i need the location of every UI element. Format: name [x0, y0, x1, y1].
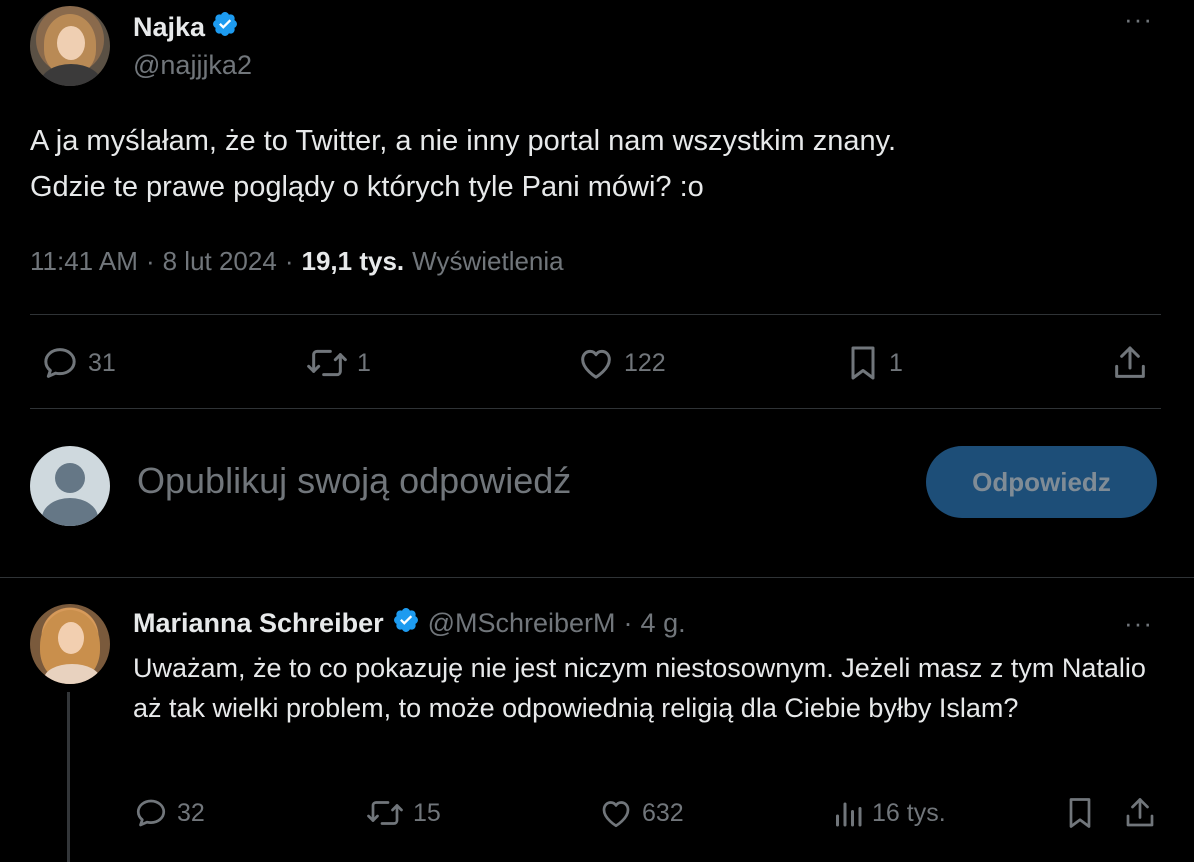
meta-separator: · — [145, 246, 155, 276]
tweet-text-line: Gdzie te prawe poglądy o których tyle Pa… — [30, 171, 704, 203]
views-bar-chart-icon — [832, 795, 864, 831]
retweet-button[interactable]: 15 — [365, 795, 441, 831]
retweet-button[interactable]: 1 — [305, 343, 371, 383]
views-label[interactable]: Wyświetlenia — [412, 246, 563, 277]
reply-count: 32 — [177, 798, 205, 827]
tweet-thread-view: Najka @najjjka2 ··· A ja myślałam, że to… — [0, 0, 1194, 862]
tweet-text: A ja myślałam, że to Twitter, a nie inny… — [30, 118, 1150, 210]
meta-separator: · — [623, 608, 633, 638]
more-dots-icon[interactable]: ··· — [1124, 6, 1153, 32]
views-count: 19,1 tys. — [301, 246, 405, 276]
bookmark-button[interactable]: 1 — [845, 343, 903, 383]
retweet-count: 15 — [413, 798, 441, 827]
tweet-time[interactable]: 11:41 AM — [30, 246, 138, 277]
divider — [0, 577, 1194, 578]
views-count: 16 tys. — [872, 798, 946, 827]
avatar-face — [58, 622, 84, 654]
avatar-placeholder-shoulders — [42, 498, 98, 526]
like-count: 632 — [642, 798, 684, 827]
share-button[interactable] — [1122, 795, 1158, 831]
reply-bubble-icon — [40, 343, 80, 383]
avatar-placeholder-head — [55, 463, 85, 493]
retweet-icon — [365, 795, 405, 831]
reply-button[interactable]: 32 — [133, 795, 205, 831]
reply-header: Marianna Schreiber @MSchreiberM · 4 g. — [133, 606, 686, 641]
author-name[interactable]: Najka — [133, 12, 205, 43]
retweet-icon — [305, 343, 349, 383]
reply-count: 31 — [88, 348, 116, 377]
like-button[interactable]: 632 — [598, 795, 684, 831]
reply-time-ago[interactable]: 4 g. — [641, 608, 686, 639]
tweet-date[interactable]: 8 lut 2024 — [163, 246, 277, 277]
reply-author-name[interactable]: Marianna Schreiber — [133, 608, 384, 639]
reply-input[interactable] — [137, 460, 897, 502]
reply-author-handle[interactable]: @MSchreiberM — [428, 608, 616, 639]
divider — [30, 408, 1161, 409]
verified-badge-icon — [392, 606, 420, 641]
reply-button[interactable]: 31 — [40, 343, 116, 383]
share-upload-icon — [1122, 795, 1158, 831]
tweet-text-line: A ja myślałam, że to Twitter, a nie inny… — [30, 125, 897, 157]
views-button[interactable]: 16 tys. — [832, 795, 946, 831]
bookmark-icon — [1064, 795, 1096, 831]
more-dots-icon[interactable]: ··· — [1124, 610, 1153, 636]
bookmark-count: 1 — [889, 348, 903, 377]
bookmark-icon — [845, 343, 881, 383]
composer-avatar[interactable] — [30, 446, 110, 526]
reply-bubble-icon — [133, 795, 169, 831]
like-button[interactable]: 122 — [576, 343, 666, 383]
share-button[interactable] — [1110, 343, 1150, 383]
submit-reply-button[interactable]: Odpowiedz — [926, 446, 1157, 518]
bookmark-button[interactable] — [1064, 795, 1096, 831]
avatar-body — [40, 64, 102, 86]
share-upload-icon — [1110, 343, 1150, 383]
avatar-face — [57, 26, 85, 60]
tweet-metadata: 11:41 AM · 8 lut 2024 · 19,1 tys. Wyświe… — [30, 246, 564, 277]
verified-badge-icon — [211, 10, 239, 45]
author-avatar[interactable] — [30, 6, 110, 86]
meta-separator: · — [284, 246, 294, 276]
reply-text: Uważam, że to co pokazuję nie jest niczy… — [133, 653, 1146, 723]
author-handle[interactable]: @najjjka2 — [133, 50, 252, 81]
heart-icon — [576, 343, 616, 383]
thread-connector-line — [67, 692, 70, 862]
divider — [30, 314, 1161, 315]
author-name-row[interactable]: Najka — [133, 10, 239, 45]
retweet-count: 1 — [357, 348, 371, 377]
like-count: 122 — [624, 348, 666, 377]
heart-icon — [598, 795, 634, 831]
reply-author-avatar[interactable] — [30, 604, 110, 684]
